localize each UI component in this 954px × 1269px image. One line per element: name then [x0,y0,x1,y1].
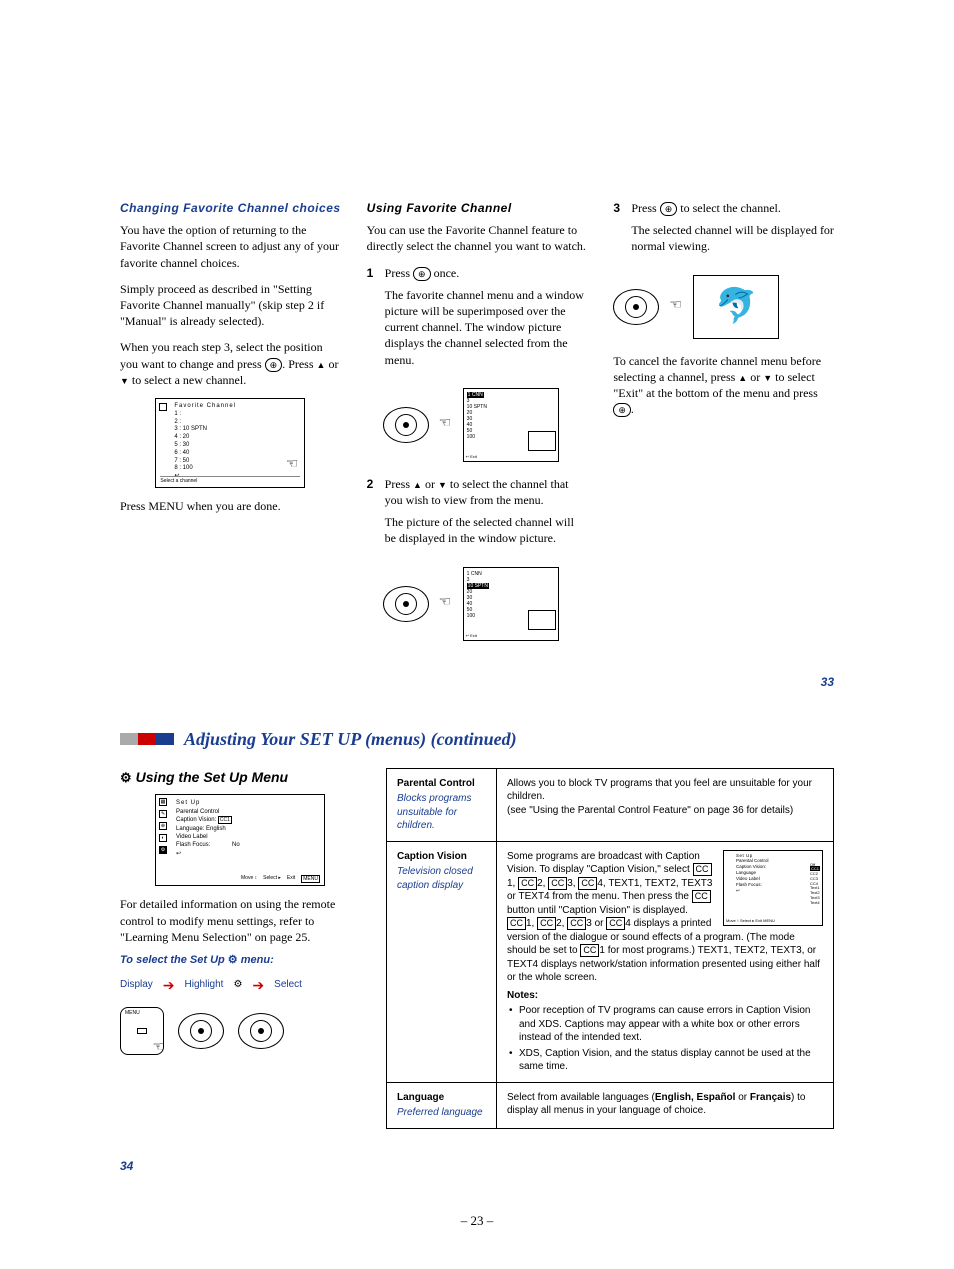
footer-page-number: – 23 – [120,1213,834,1229]
hand-icon: ☜ [152,1037,165,1056]
col-using-fav: Using Favorite Channel You can use the F… [367,200,588,655]
para: Press MENU when you are done. [120,498,341,514]
notes-label: Notes: [507,989,823,1003]
tv-illustration: 1 CNN 3 10 SPTN 20 30 40 50 100 ↩ Exit [463,388,559,462]
para: You have the option of returning to the … [120,222,341,271]
para: When you reach step 3, select the positi… [120,339,341,388]
gear-icon: ⚙ [159,846,167,854]
menu-icon: ✎ [159,810,167,818]
heading-using-fav: Using Favorite Channel [367,200,588,216]
setup-layout: ⚙Using the Set Up Menu ▦ ✎ ⊕ ◐ ⚙ Set Up … [120,768,834,1129]
step-3: 3 Press ⊕ to select the channel. The sel… [613,200,834,265]
fav-title: Favorite Channel [174,403,300,411]
arrow-down-icon [120,373,129,387]
hand-icon: ☜ [286,454,299,473]
color-blocks-icon [120,733,174,745]
para: You can use the Favorite Channel feature… [367,222,588,254]
hand-icon [439,597,453,611]
flow-diagram: Display ➔ Highlight ⚙ ➔ Select [120,976,360,995]
plus-button-icon: ⊕ [660,202,678,216]
window-picture-icon [528,610,556,630]
row-title: Caption Vision [397,851,467,862]
table-row: Parental Control Blocks programs unsuita… [387,768,834,841]
tv-full-illustration: 🐬 [693,275,779,339]
row-title: Language [397,1092,444,1103]
remote-illustration [383,586,429,622]
cc-icon: CC [606,917,625,930]
cc-icon: CC [578,877,597,890]
table-row: Language Preferred language Select from … [387,1082,834,1128]
arrow-down-icon [438,477,447,491]
setup-menu-illustration: ▦ ✎ ⊕ ◐ ⚙ Set Up Parental Control Captio… [155,794,325,886]
page-number-33: 33 [120,675,834,689]
figure-row-3: 🐬 [613,275,834,339]
arrow-down-icon [763,370,772,384]
gear-icon: ⚙ [233,978,242,992]
cc-icon: CC [507,917,526,930]
list-item: Poor reception of TV programs can cause … [507,1004,823,1045]
hand-icon [439,418,453,432]
using-setup-heading: ⚙Using the Set Up Menu [120,768,360,787]
table-row: Caption Vision Television closed caption… [387,841,834,1082]
remote-illustration [613,289,659,325]
cc-icon: CC [537,917,556,930]
page-number-34: 34 [120,1159,834,1173]
row-subtitle: Television closed caption display [397,865,486,892]
section-title-row: Adjusting Your SET UP (menus) (continued… [120,729,834,750]
remote-menu-illustration: MENU ☜ [120,1007,164,1055]
dolphin-icon: 🐬 [715,284,757,330]
row-title: Parental Control [397,778,475,789]
tv-illustration: 1 CNN 3 10 SPTN 20 30 40 50 100 ↩ Exit [463,567,559,641]
col-changing-fav: Changing Favorite Channel choices You ha… [120,200,341,655]
remote-illustration [383,407,429,443]
plus-button-icon: ⊕ [413,267,431,281]
cc-icon: CC [692,890,711,903]
left-setup-column: ⚙Using the Set Up Menu ▦ ✎ ⊕ ◐ ⚙ Set Up … [120,768,360,1129]
row-subtitle: Blocks programs unsuitable for children. [397,792,486,833]
figure-row-1: 1 CNN 3 10 SPTN 20 30 40 50 100 ↩ Exit [383,388,588,462]
setup-table-wrap: Parental Control Blocks programs unsuita… [386,768,834,1129]
section-title: Adjusting Your SET UP (menus) (continued… [184,729,517,750]
notes-list: Poor reception of TV programs can cause … [507,1004,823,1074]
to-select-subtitle: To select the Set Up ⚙ menu: [120,953,360,968]
arrow-right-icon: ➔ [163,976,175,995]
gear-icon: ⚙ [120,770,132,785]
setup-mini-illustration: Set Up Parental Control Caption Vision: … [723,850,823,926]
setup-table: Parental Control Blocks programs unsuita… [386,768,834,1129]
remote-triplet-illustration: MENU ☜ [120,1007,360,1055]
menu-icon: ⊕ [159,822,167,830]
menu-icon: ▦ [159,798,167,806]
favorite-channel-illustration: Favorite Channel 1 : 2 : 3 : 10 SPTN 4 :… [155,398,305,488]
col-step3: 3 Press ⊕ to select the channel. The sel… [613,200,834,655]
document-page: Changing Favorite Channel choices You ha… [0,0,954,1269]
top-columns: Changing Favorite Channel choices You ha… [120,200,834,655]
para: Simply proceed as described in "Setting … [120,281,341,330]
menu-icon: ◐ [159,834,167,842]
window-picture-icon [528,431,556,451]
arrow-up-icon [413,477,422,491]
arrow-right-icon: ➔ [252,976,264,995]
heading-changing-fav: Changing Favorite Channel choices [120,200,341,216]
arrow-up-icon [738,370,747,384]
menu-icon [159,403,167,411]
step-1: 1 Press ⊕ once. The favorite channel men… [367,265,588,378]
plus-button-icon: ⊕ [613,403,631,417]
step-2: 2 Press or to select the channel that yo… [367,476,588,557]
gear-icon: ⚙ [228,954,238,966]
cc-icon: CC [518,877,537,890]
remote-illustration [178,1013,224,1049]
cc-icon: CC [548,877,567,890]
list-item: XDS, Caption Vision, and the status disp… [507,1047,823,1074]
hand-icon [669,300,683,314]
remote-illustration [238,1013,284,1049]
cc-icon: CC [580,944,599,957]
para: For detailed information on using the re… [120,896,360,945]
figure-row-2: 1 CNN 3 10 SPTN 20 30 40 50 100 ↩ Exit [383,567,588,641]
row-subtitle: Preferred language [397,1106,486,1120]
cc-icon: CC [567,917,586,930]
cc-icon: CC [693,863,712,876]
plus-button-icon: ⊕ [265,358,283,372]
para: To cancel the favorite channel menu befo… [613,353,834,418]
